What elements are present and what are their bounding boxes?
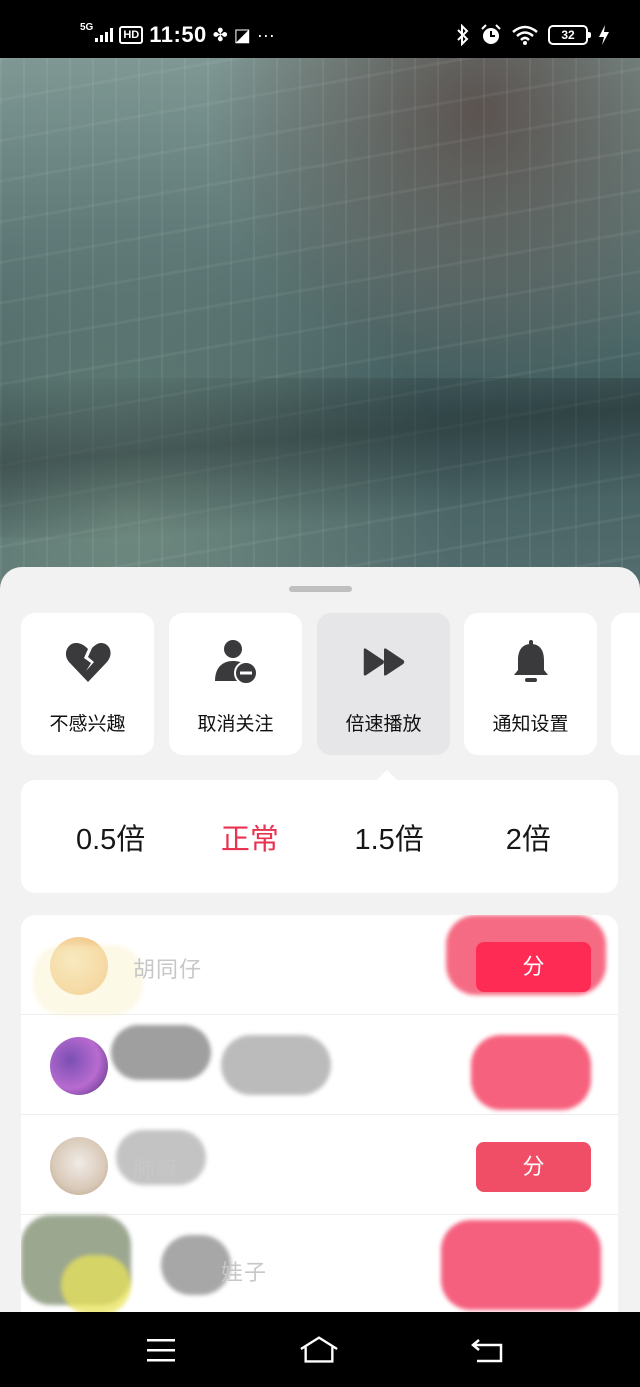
redaction-mark bbox=[441, 1220, 601, 1310]
list-item[interactable]: 胡同仔 分 bbox=[21, 915, 618, 1015]
share-button[interactable]: 分 bbox=[476, 942, 591, 992]
redaction-mark bbox=[61, 1255, 131, 1312]
notification-settings-label: 通知设置 bbox=[492, 714, 569, 735]
network-type: 5G bbox=[80, 21, 94, 33]
action-row: 不感兴趣 取消关注 倍速播放 通知设置 bbox=[21, 613, 640, 755]
system-nav-bar bbox=[0, 1312, 640, 1387]
video-player[interactable] bbox=[0, 58, 640, 598]
user-name: 娃子 bbox=[221, 1260, 268, 1285]
not-interested-button[interactable]: 不感兴趣 bbox=[21, 613, 154, 755]
redaction-mark bbox=[471, 1035, 591, 1110]
charging-icon bbox=[599, 25, 609, 45]
drag-handle[interactable] bbox=[289, 586, 352, 592]
speed-option-2x[interactable]: 2倍 bbox=[468, 816, 588, 858]
speed-selector: 0.5倍 正常 1.5倍 2倍 bbox=[21, 780, 618, 893]
playback-speed-button[interactable]: 倍速播放 bbox=[317, 613, 450, 755]
more-notifications: ··· bbox=[256, 24, 275, 45]
battery-indicator: 32 bbox=[548, 25, 591, 45]
speed-option-1.5x[interactable]: 1.5倍 bbox=[329, 816, 449, 858]
wifi-icon bbox=[512, 25, 538, 45]
list-item[interactable]: 肺嘛 分 bbox=[21, 1115, 618, 1215]
back-icon[interactable] bbox=[468, 1332, 508, 1368]
hd-badge: HD bbox=[119, 26, 144, 44]
alarm-icon bbox=[481, 24, 501, 44]
status-bar: 5G HD 11:50 ✤ ◪ ··· 32 bbox=[0, 0, 640, 58]
bluetooth-icon bbox=[457, 24, 469, 46]
speed-option-0.5x[interactable]: 0.5倍 bbox=[51, 816, 171, 858]
unfollow-label: 取消关注 bbox=[197, 714, 274, 735]
not-interested-label: 不感兴趣 bbox=[49, 714, 126, 735]
redaction-mark bbox=[111, 1025, 211, 1080]
notification-settings-button[interactable]: 通知设置 bbox=[464, 613, 597, 755]
more-action-card[interactable] bbox=[611, 613, 640, 755]
avatar bbox=[50, 1137, 108, 1195]
more-options-sheet: 不感兴趣 取消关注 倍速播放 通知设置 0.5倍 正常 1.5倍 2倍 胡同仔 … bbox=[0, 567, 640, 1312]
redaction-mark bbox=[33, 945, 143, 1015]
unfollow-button[interactable]: 取消关注 bbox=[169, 613, 302, 755]
bell-icon bbox=[508, 639, 554, 685]
app-notification-icon: ◪ bbox=[233, 24, 251, 45]
avatar bbox=[50, 1037, 108, 1095]
list-item[interactable]: 娃子 bbox=[21, 1215, 618, 1312]
fast-forward-icon bbox=[361, 639, 407, 685]
user-name: 胡同仔 bbox=[133, 957, 203, 982]
share-user-list: 胡同仔 分 肺嘛 分 娃子 bbox=[21, 915, 618, 1312]
unfollow-user-icon bbox=[213, 639, 259, 685]
speed-option-normal[interactable]: 正常 bbox=[190, 816, 310, 858]
user-name: 肺嘛 bbox=[133, 1157, 180, 1182]
clock-time: 11:50 bbox=[149, 22, 207, 47]
share-button[interactable]: 分 bbox=[476, 1142, 591, 1192]
playback-speed-label: 倍速播放 bbox=[345, 714, 422, 735]
signal-icon bbox=[95, 28, 114, 42]
list-item[interactable] bbox=[21, 1015, 618, 1115]
home-icon[interactable] bbox=[299, 1332, 339, 1368]
redaction-mark bbox=[221, 1035, 331, 1095]
fan-icon: ✤ bbox=[212, 24, 228, 45]
broken-heart-icon bbox=[65, 639, 111, 685]
menu-icon[interactable] bbox=[141, 1332, 181, 1368]
